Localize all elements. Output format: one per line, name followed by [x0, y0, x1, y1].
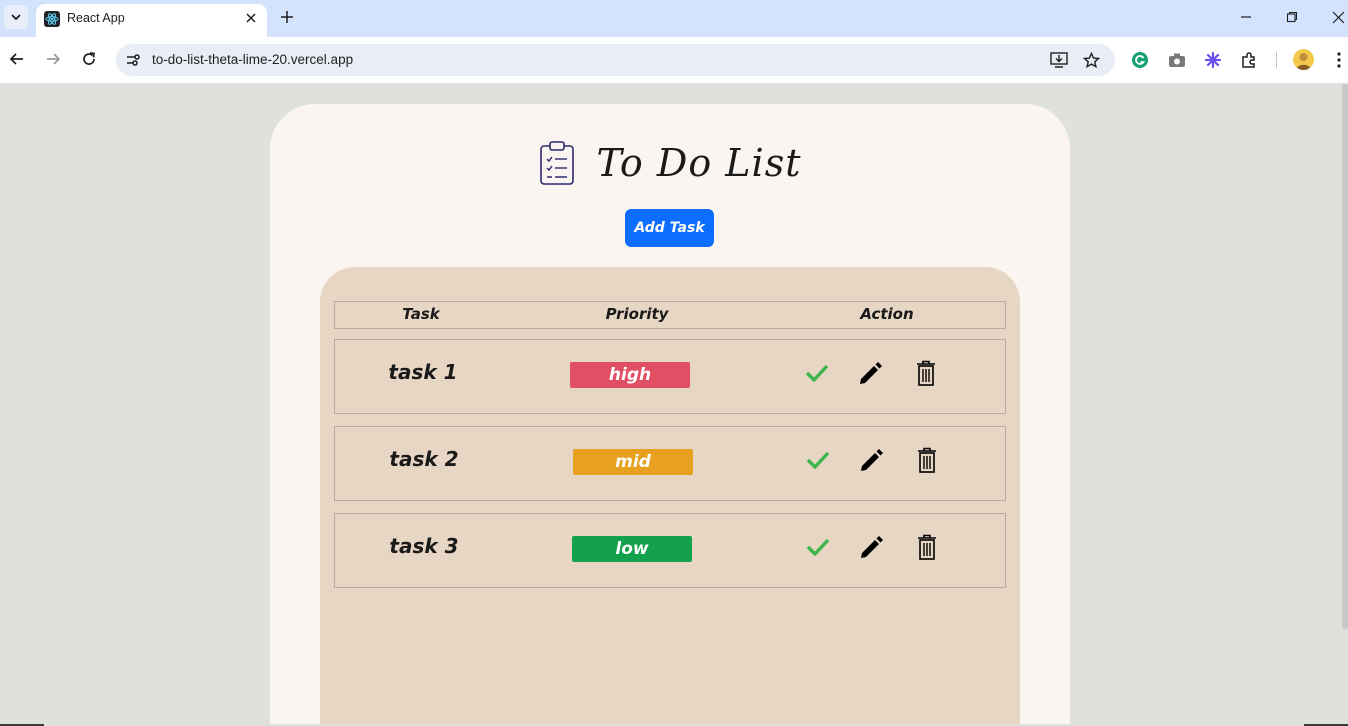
pencil-icon[interactable] — [858, 446, 886, 474]
url-text: to-do-list-theta-lime-20.vercel.app — [152, 52, 354, 67]
install-app-icon[interactable] — [1050, 51, 1068, 69]
trash-icon[interactable] — [913, 446, 941, 474]
toolbar-separator — [1276, 52, 1277, 68]
table-row: task 1 high — [334, 339, 1006, 414]
task-name: task 3 — [389, 534, 459, 558]
sparkle-extension-icon[interactable] — [1203, 50, 1223, 70]
task-name: task 1 — [388, 360, 458, 384]
task-panel: Task Priority Action task 1 high task 2 … — [320, 267, 1020, 726]
header-task: Task — [402, 305, 440, 323]
react-logo-icon — [44, 11, 60, 27]
pencil-icon[interactable] — [858, 533, 886, 561]
browser-tab-bar: React App — [0, 0, 1348, 37]
camera-icon[interactable] — [1167, 50, 1187, 70]
back-icon[interactable] — [6, 48, 28, 70]
priority-badge: low — [572, 536, 692, 562]
reload-icon[interactable] — [78, 48, 100, 70]
tab-title: React App — [67, 11, 125, 25]
page-title: To Do List — [596, 141, 802, 185]
page-viewport: To Do List Add Task Task Priority Action… — [0, 84, 1348, 726]
priority-badge: high — [570, 362, 690, 388]
profile-avatar[interactable] — [1293, 49, 1314, 70]
browser-menu-icon[interactable] — [1329, 50, 1348, 70]
pencil-icon[interactable] — [857, 359, 885, 387]
check-icon[interactable] — [803, 359, 831, 387]
header-action: Action — [860, 305, 914, 323]
window-close-icon[interactable] — [1326, 6, 1348, 28]
new-tab-icon[interactable] — [277, 7, 297, 27]
check-icon[interactable] — [804, 446, 832, 474]
table-row: task 3 low — [334, 513, 1006, 588]
grammarly-icon[interactable] — [1130, 50, 1150, 70]
forward-icon[interactable] — [42, 48, 64, 70]
trash-icon[interactable] — [912, 359, 940, 387]
minimize-icon[interactable] — [1234, 6, 1258, 28]
close-icon[interactable] — [243, 10, 259, 26]
clipboard-icon — [539, 141, 574, 185]
browser-tab[interactable]: React App — [36, 4, 267, 37]
bookmark-star-icon[interactable] — [1082, 51, 1100, 69]
add-task-button[interactable]: Add Task — [625, 209, 714, 247]
table-header: Task Priority Action — [334, 301, 1006, 329]
app-heading: To Do List — [270, 138, 1070, 188]
extensions-puzzle-icon[interactable] — [1239, 50, 1259, 70]
todo-card: To Do List Add Task Task Priority Action… — [270, 104, 1070, 726]
restore-icon[interactable] — [1280, 6, 1304, 28]
tab-search-icon[interactable] — [4, 5, 28, 29]
header-priority: Priority — [605, 305, 669, 323]
address-bar[interactable]: to-do-list-theta-lime-20.vercel.app — [116, 44, 1115, 76]
priority-badge: mid — [573, 449, 693, 475]
browser-toolbar: to-do-list-theta-lime-20.vercel.app — [0, 37, 1348, 84]
trash-icon[interactable] — [913, 533, 941, 561]
task-name: task 2 — [389, 447, 459, 471]
site-info-icon[interactable] — [124, 51, 142, 69]
table-row: task 2 mid — [334, 426, 1006, 501]
check-icon[interactable] — [804, 533, 832, 561]
page-scrollbar[interactable] — [1342, 84, 1348, 629]
